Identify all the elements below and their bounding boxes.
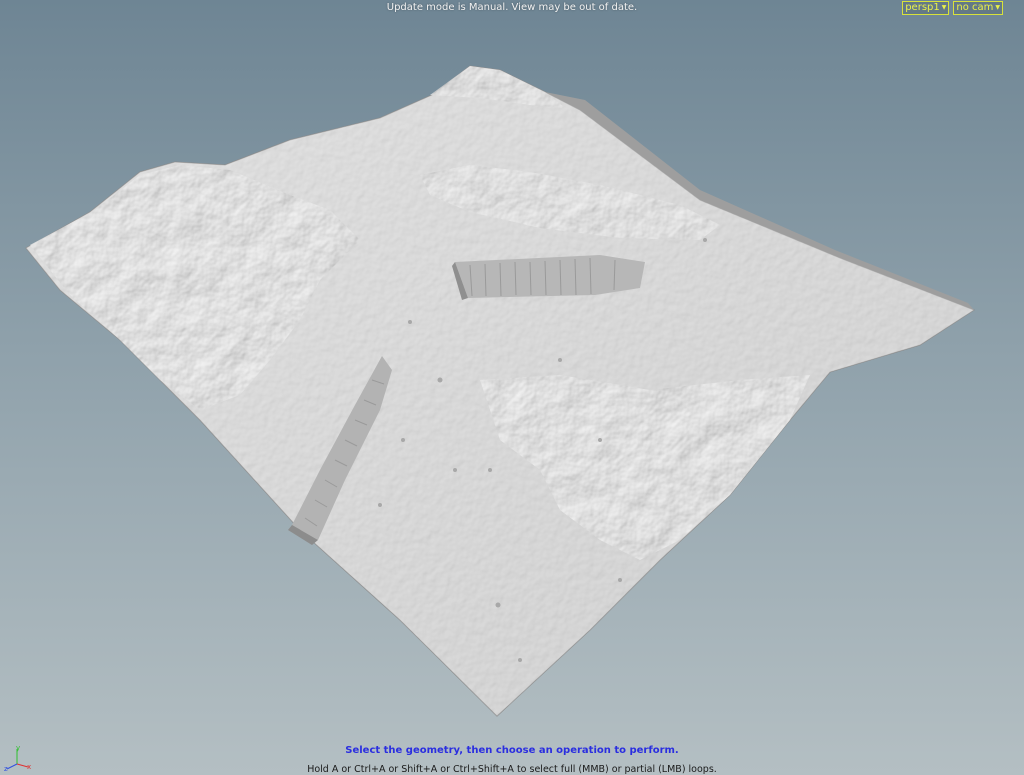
3d-viewport[interactable]: Update mode is Manual. View may be out o… bbox=[0, 0, 1024, 775]
selection-hint: Hold A or Ctrl+A or Shift+A or Ctrl+Shif… bbox=[307, 764, 717, 775]
view-camera-dropdown-label: no cam bbox=[956, 2, 994, 13]
viewport-status-message: Update mode is Manual. View may be out o… bbox=[386, 2, 638, 13]
dropdown-caret-icon: ▼ bbox=[995, 4, 1000, 11]
dropdown-caret-icon: ▼ bbox=[941, 4, 947, 11]
camera-dropdown[interactable]: persp1 ▼ bbox=[902, 1, 950, 15]
view-camera-dropdown[interactable]: no cam ▼ bbox=[953, 1, 1003, 15]
camera-dropdown-label: persp1 bbox=[905, 2, 940, 13]
camera-menus: persp1 ▼ no cam ▼ bbox=[902, 1, 1003, 15]
terrain-mesh bbox=[25, 65, 976, 717]
operation-prompt: Select the geometry, then choose an oper… bbox=[345, 745, 679, 756]
